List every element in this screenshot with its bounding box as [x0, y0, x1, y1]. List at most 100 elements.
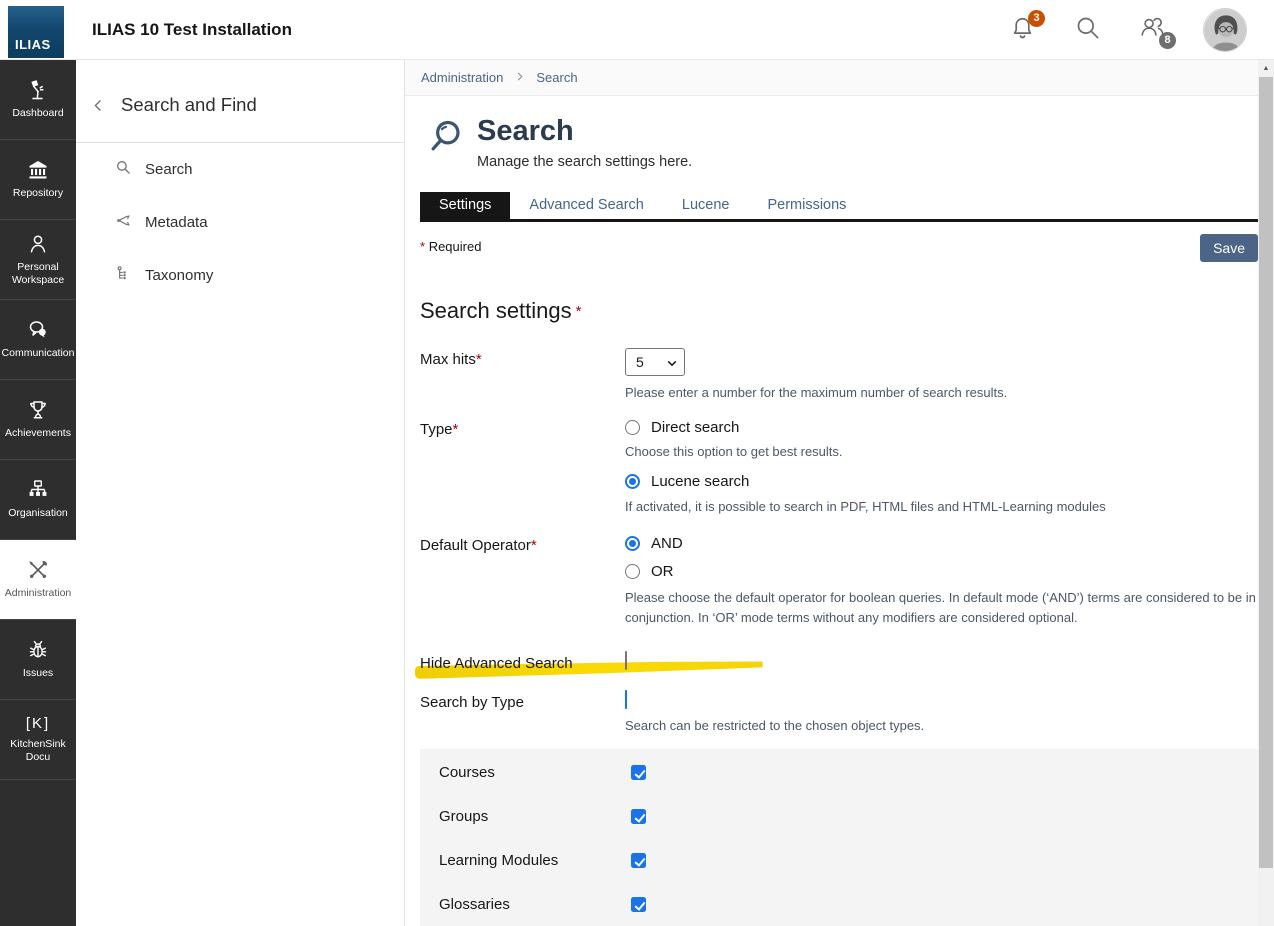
slate-item-label: Search: [145, 161, 193, 178]
scrollbar[interactable]: ▲: [1258, 60, 1274, 926]
rail-item-communication[interactable]: Communication: [0, 300, 76, 380]
courses-checkbox[interactable]: [631, 765, 646, 780]
field-default-operator: Default Operator* AND OR Please choose t…: [420, 534, 1258, 638]
org-chart-icon: [26, 478, 50, 502]
kitchensink-icon: [K]: [26, 715, 50, 734]
radio-option-lucene-search: Lucene search: [625, 473, 1258, 491]
rail-item-label: Organisation: [8, 507, 68, 520]
groups-checkbox[interactable]: [631, 809, 646, 824]
radio-option-direct-search: Direct search: [625, 418, 1258, 436]
tab-advanced-search[interactable]: Advanced Search: [510, 192, 662, 219]
object-type-row-glossaries: Glossaries: [420, 883, 1258, 926]
dashboard-lamp-icon: [26, 78, 50, 102]
main-content: Administration Search Search Manage the …: [405, 60, 1274, 926]
search-page-icon: [427, 118, 464, 170]
tool-slate: Search and Find Search Metadata: [76, 60, 405, 926]
notifications-button[interactable]: 3: [1008, 16, 1036, 44]
default-operator-label: Default Operator*: [420, 534, 625, 638]
page-title: Search: [477, 116, 692, 148]
tab-permissions[interactable]: Permissions: [748, 192, 865, 219]
slate-title: Search and Find: [121, 94, 257, 116]
rail-item-dashboard[interactable]: Dashboard: [0, 60, 76, 140]
breadcrumb-administration[interactable]: Administration: [421, 70, 503, 85]
max-hits-select[interactable]: 5: [625, 348, 685, 376]
lucene-search-radio[interactable]: [625, 474, 640, 489]
search-button[interactable]: [1073, 16, 1101, 44]
direct-search-radio[interactable]: [625, 420, 640, 435]
taxonomy-tree-icon: [115, 265, 132, 286]
object-type-row-learning-modules: Learning Modules: [420, 839, 1258, 883]
chat-bubbles-icon: [26, 318, 50, 342]
learning-modules-label: Learning Modules: [439, 852, 631, 869]
page-body: Search Manage the search settings here. …: [405, 116, 1274, 926]
section-title: Search settings*: [420, 298, 1258, 324]
top-bar: ILIAS ILIAS 10 Test Installation 3: [0, 0, 1274, 60]
slate-header: Search and Find: [76, 60, 404, 116]
object-types-panel: Courses Groups Learning Modules Glossari…: [420, 749, 1258, 926]
rail-item-administration[interactable]: Administration: [0, 540, 76, 620]
rail-item-label: Communication: [2, 347, 75, 360]
breadcrumb-search[interactable]: Search: [536, 70, 577, 85]
and-radio[interactable]: [625, 536, 640, 551]
slate-item-taxonomy[interactable]: Taxonomy: [76, 249, 404, 302]
search-by-type-checkbox[interactable]: [625, 690, 627, 709]
scrollbar-thumb[interactable]: [1259, 77, 1273, 868]
hide-advanced-search-label: Hide Advanced Search: [420, 652, 625, 672]
search-by-type-label: Search by Type: [420, 691, 625, 736]
slate-item-label: Taxonomy: [145, 267, 213, 284]
type-label: Type*: [420, 418, 625, 516]
groups-label: Groups: [439, 808, 631, 825]
learning-modules-checkbox[interactable]: [631, 853, 646, 868]
contacts-button[interactable]: 8: [1138, 16, 1166, 44]
logo-text: ILIAS: [15, 37, 51, 52]
field-type: Type* Direct search Choose this option t…: [420, 418, 1258, 516]
chevron-down-icon: [667, 354, 677, 370]
metadata-branch-icon: [115, 212, 132, 233]
main-navigation-rail: Dashboard Repository Personal Workspace: [0, 60, 76, 926]
rail-item-issues[interactable]: Issues: [0, 620, 76, 700]
required-note: * Required: [420, 239, 481, 254]
field-hide-advanced-search: Hide Advanced Search: [420, 652, 1258, 672]
search-icon: [1074, 14, 1101, 46]
tab-bar: Settings Advanced Search Lucene Permissi…: [420, 192, 1274, 222]
scrollbar-up-arrow[interactable]: ▲: [1258, 60, 1274, 77]
search-by-type-help: Search can be restricted to the chosen o…: [625, 716, 1258, 736]
rail-item-label: KitchenSink Docu: [7, 738, 69, 764]
glossaries-label: Glossaries: [439, 896, 631, 913]
glossaries-checkbox[interactable]: [631, 897, 646, 912]
or-label: OR: [651, 563, 674, 580]
rail-item-repository[interactable]: Repository: [0, 140, 76, 220]
max-hits-label: Max hits*: [420, 348, 625, 403]
slate-item-search[interactable]: Search: [76, 143, 404, 196]
lucene-search-help: If activated, it is possible to search i…: [625, 497, 1258, 517]
rail-item-kitchensink-docu[interactable]: [K] KitchenSink Docu: [0, 700, 76, 780]
trophy-icon: [26, 398, 50, 422]
page-subtitle: Manage the search settings here.: [477, 154, 692, 170]
rail-item-achievements[interactable]: Achievements: [0, 380, 76, 460]
courses-label: Courses: [439, 764, 631, 781]
back-chevron-icon[interactable]: [91, 98, 106, 113]
user-avatar[interactable]: [1203, 8, 1247, 52]
or-radio[interactable]: [625, 564, 640, 579]
topbar-actions: 3 8: [1008, 8, 1274, 52]
save-button[interactable]: Save: [1200, 234, 1258, 262]
max-hits-value: 5: [636, 354, 644, 370]
breadcrumb-chevron-icon: [514, 70, 525, 85]
rail-item-organisation[interactable]: Organisation: [0, 460, 76, 540]
notification-badge: 3: [1028, 10, 1045, 27]
rail-item-personal-workspace[interactable]: Personal Workspace: [0, 220, 76, 300]
bug-icon: [26, 638, 50, 662]
search-small-icon: [115, 159, 132, 180]
and-label: AND: [651, 535, 683, 552]
tools-icon: [26, 558, 50, 582]
direct-search-label: Direct search: [651, 419, 739, 436]
slate-item-metadata[interactable]: Metadata: [76, 196, 404, 249]
ilias-logo[interactable]: ILIAS: [8, 6, 64, 58]
direct-search-help: Choose this option to get best results.: [625, 442, 1258, 462]
rail-item-label: Dashboard: [12, 107, 63, 120]
installation-title: ILIAS 10 Test Installation: [92, 20, 292, 40]
tab-settings[interactable]: Settings: [420, 192, 510, 219]
hide-advanced-search-checkbox[interactable]: [625, 651, 627, 670]
breadcrumb: Administration Search: [405, 60, 1274, 96]
tab-lucene[interactable]: Lucene: [663, 192, 749, 219]
